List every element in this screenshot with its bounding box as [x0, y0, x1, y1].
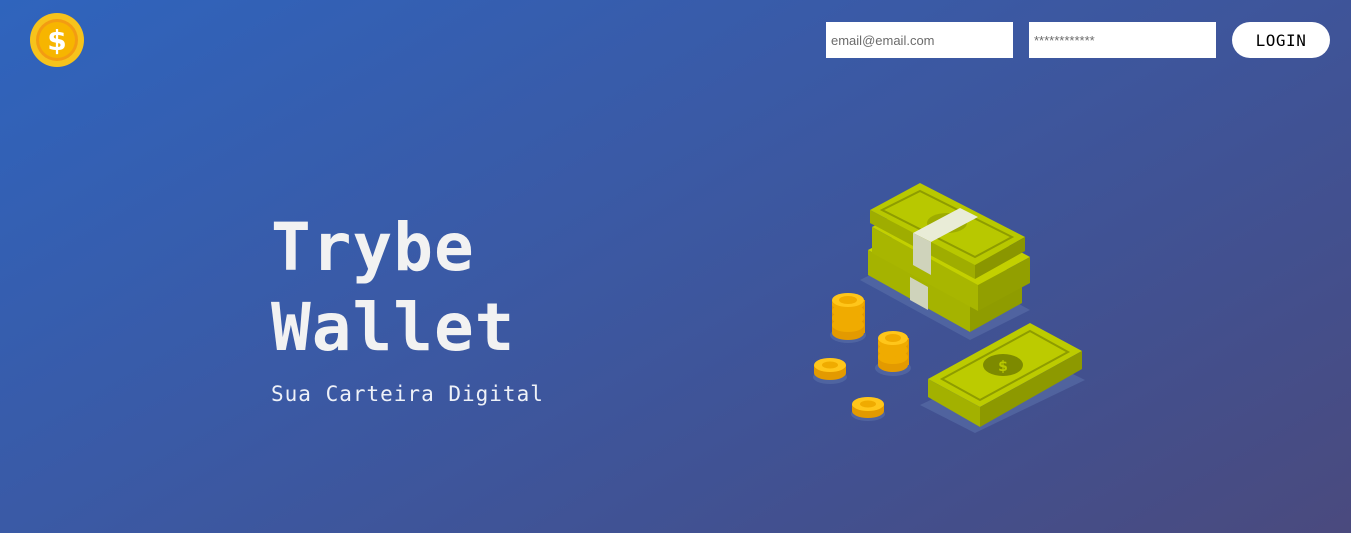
page-subtitle: Sua Carteira Digital [271, 382, 544, 406]
email-input[interactable] [826, 22, 1013, 58]
login-form: LOGIN [826, 22, 1330, 58]
svg-text:$: $ [47, 24, 66, 57]
svg-text:$: $ [998, 359, 1008, 375]
page-title: Trybe Wallet [271, 208, 544, 368]
login-button[interactable]: LOGIN [1232, 22, 1330, 58]
password-input[interactable] [1029, 22, 1216, 58]
money-stacks-and-coins-illustration: $ [800, 175, 1090, 440]
title-line-2: Wallet [271, 289, 516, 366]
title-line-1: Trybe [271, 209, 475, 286]
dollar-coin-icon: $ [30, 13, 84, 67]
hero-section: Trybe Wallet Sua Carteira Digital [271, 208, 544, 406]
